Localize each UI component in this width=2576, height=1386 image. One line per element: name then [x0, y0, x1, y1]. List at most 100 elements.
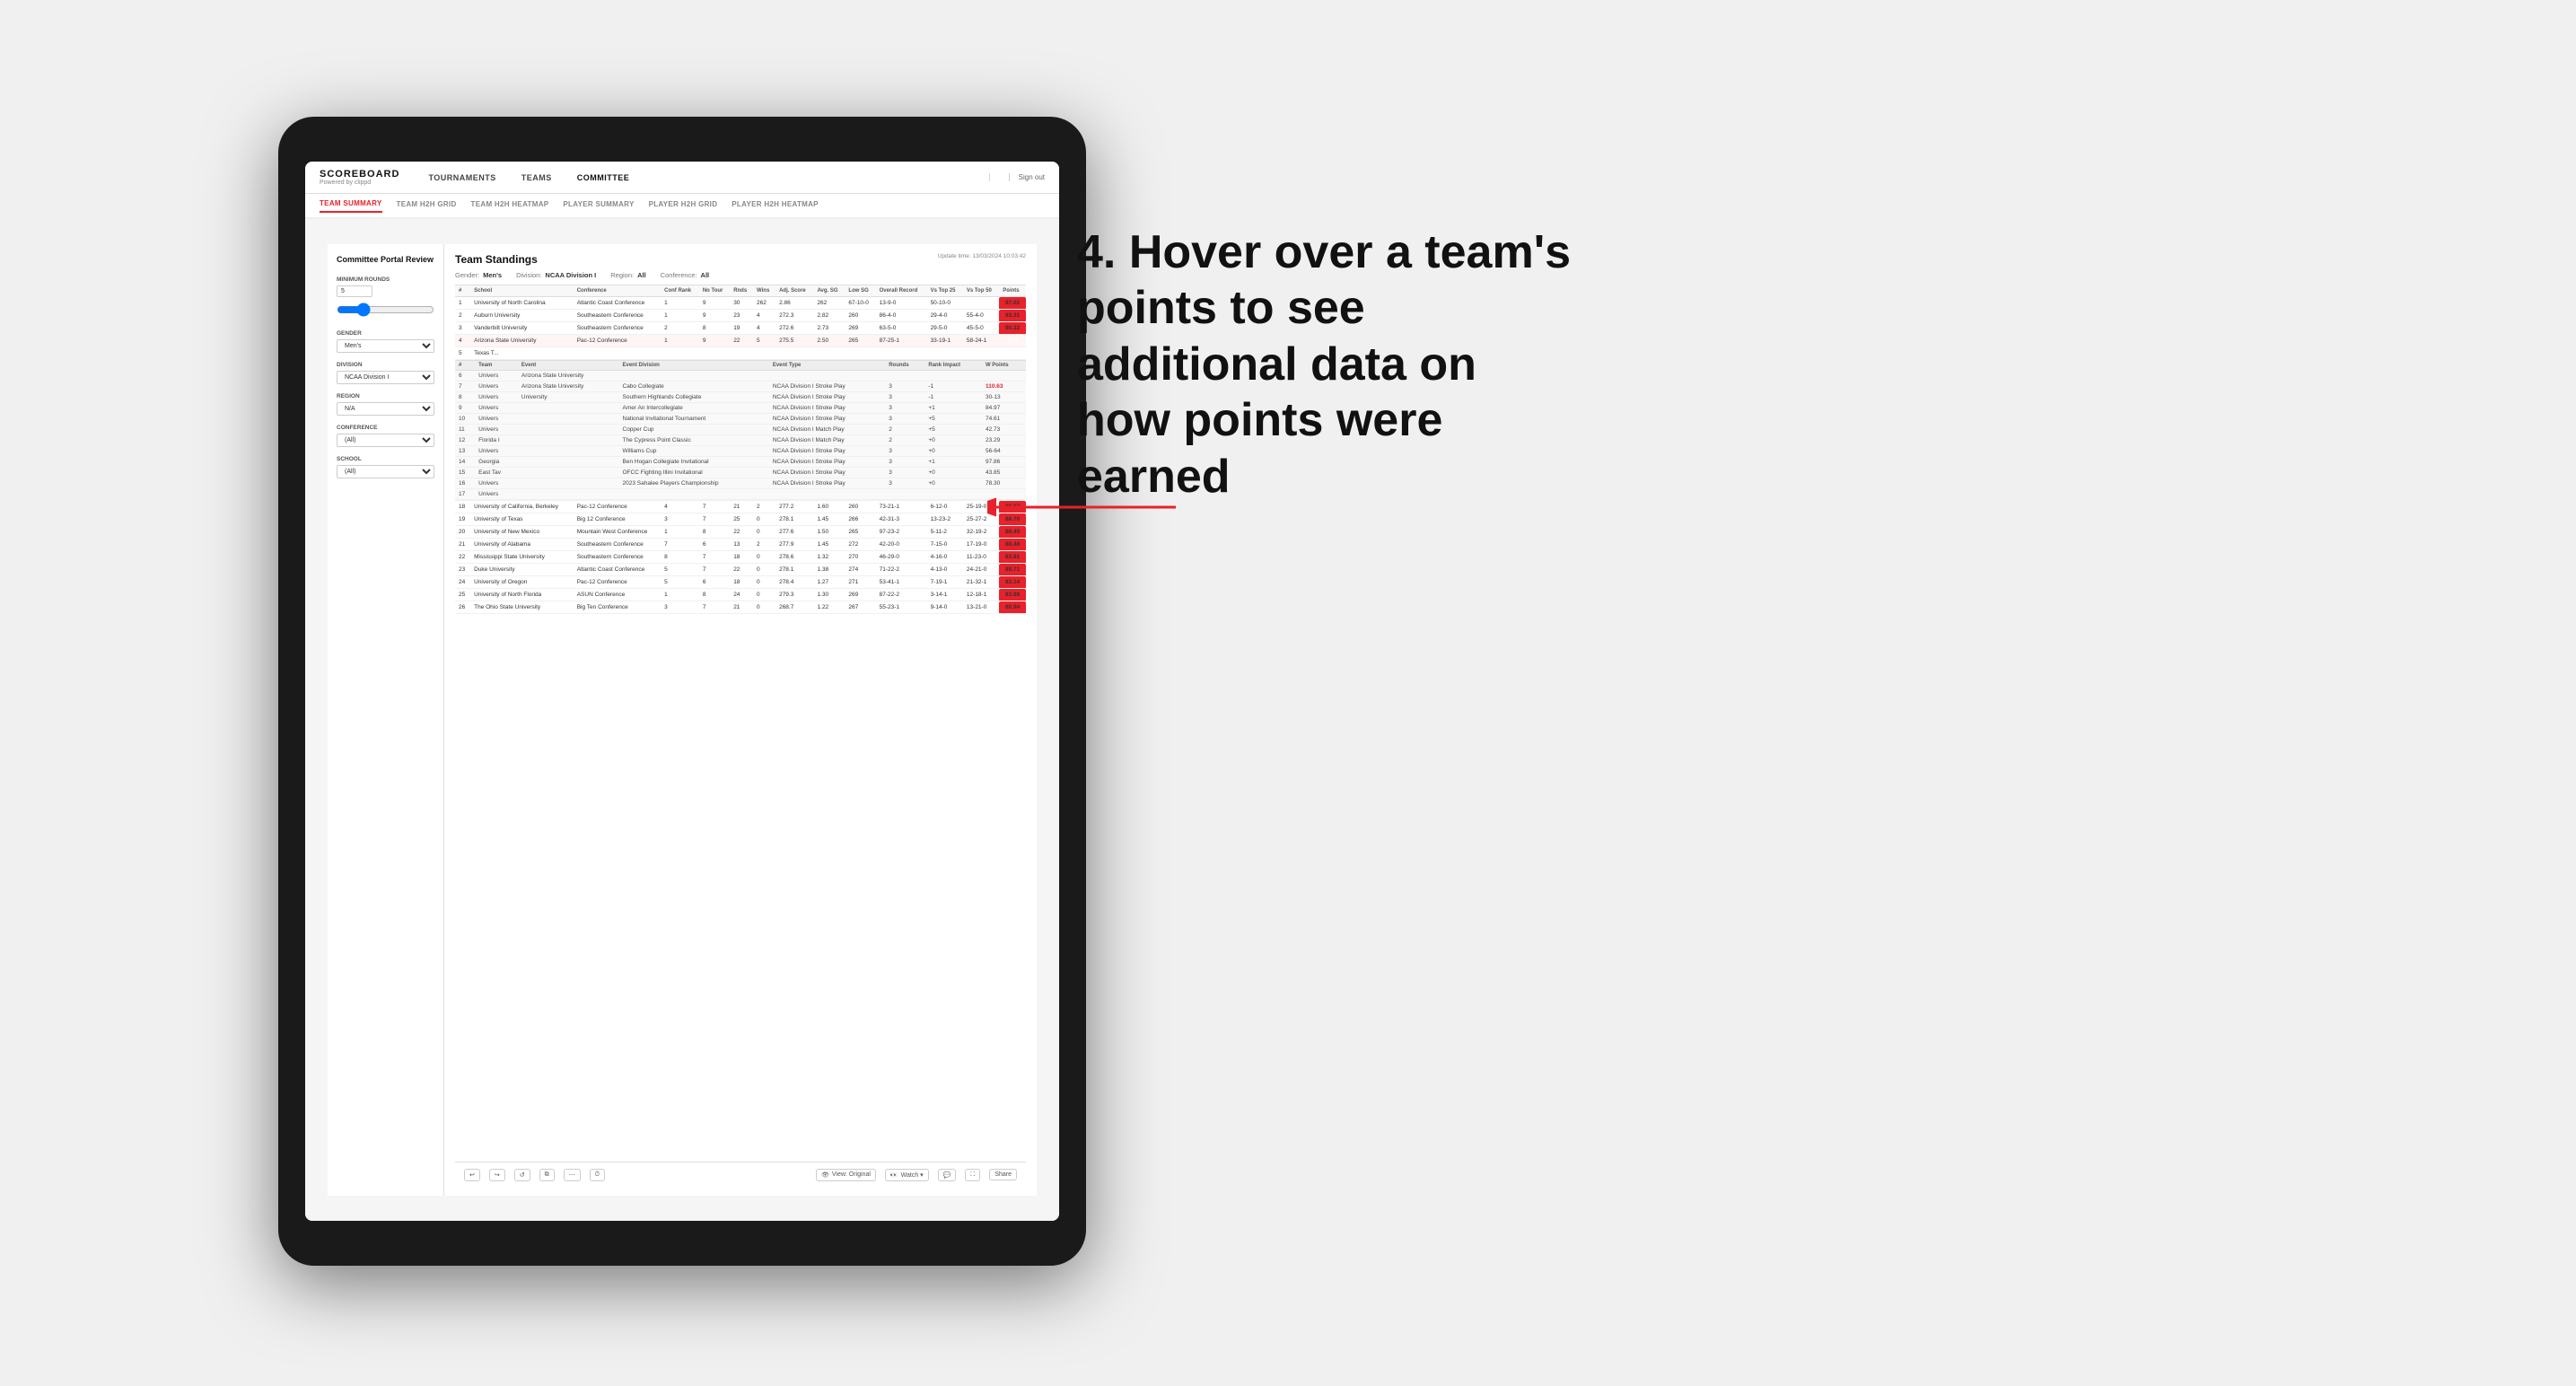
cell-points[interactable]: 97.02	[999, 297, 1026, 310]
table-row[interactable]: 24University of OregonPac-12 Conference5…	[455, 576, 1026, 589]
school-select[interactable]: (All)	[337, 465, 434, 478]
cell-vs50: 55-4-0	[963, 310, 999, 322]
expanded-row-11: 11UniversCopper CupNCAA Division I Match…	[455, 425, 1026, 435]
tab-team-h2h-heatmap[interactable]: TEAM H2H HEATMAP	[471, 200, 549, 212]
cell-conf: Pac-12 Conference	[574, 335, 661, 347]
cell-points[interactable]: 83.89	[999, 589, 1026, 601]
table-row[interactable]: 18University of California, BerkeleyPac-…	[455, 501, 1026, 513]
view-original-button[interactable]: 👁 View: Original	[816, 1169, 876, 1181]
nav-tournaments[interactable]: TOURNAMENTS	[425, 171, 499, 184]
tab-player-summary[interactable]: PLAYER SUMMARY	[563, 200, 634, 212]
table-row[interactable]: 20University of New MexicoMountain West …	[455, 526, 1026, 539]
feedback-button[interactable]: 💬	[938, 1169, 957, 1181]
cell-points[interactable]: 83.14	[999, 576, 1026, 589]
filter-conference-value: All	[701, 271, 710, 279]
cell-points[interactable]: 83.81	[999, 551, 1026, 564]
cell-points[interactable]: 88.48	[999, 539, 1026, 551]
watch-button[interactable]: 👀 Watch ▾	[885, 1169, 929, 1181]
col-low-sg: Low SG	[845, 285, 875, 297]
redo-button[interactable]: ↪	[489, 1169, 505, 1181]
nav-teams[interactable]: TEAMS	[518, 171, 556, 184]
expanded-row-8: 8UniversUniversitySouthern Highlands Col…	[455, 392, 1026, 403]
table-row[interactable]: 2 Auburn University Southeastern Confere…	[455, 310, 1026, 322]
cell-conf-rank: 1	[661, 297, 699, 310]
tab-team-h2h-grid[interactable]: TEAM H2H GRID	[397, 200, 457, 212]
sidebar-division: Division NCAA Division I NCAA Division I…	[337, 362, 434, 384]
region-select[interactable]: N/A East	[337, 402, 434, 416]
cell-wins: 4	[753, 322, 775, 335]
cell-points[interactable]: 80.94	[999, 601, 1026, 614]
settings-button[interactable]: ⋯	[564, 1169, 581, 1181]
undo-icon: ↩	[469, 1171, 475, 1179]
gender-select[interactable]: Men's Women's	[337, 339, 434, 353]
filter-conference: Conference: All	[661, 271, 709, 279]
filter-gender-label: Gender:	[455, 271, 479, 279]
cell-conf	[574, 347, 661, 360]
cell-rnds: 19	[730, 322, 753, 335]
min-rounds-slider[interactable]	[337, 300, 434, 320]
cell-school: Arizona State University	[470, 335, 574, 347]
table-row[interactable]: 5 Texas T...	[455, 347, 1026, 360]
cell-school: University of North Carolina	[470, 297, 574, 310]
table-row[interactable]: 23Duke UniversityAtlantic Coast Conferen…	[455, 564, 1026, 576]
table-row[interactable]: 21University of AlabamaSoutheastern Conf…	[455, 539, 1026, 551]
col-rank: #	[455, 285, 470, 297]
cell-avg: 262	[813, 297, 845, 310]
table-row[interactable]: 22Mississippi State UniversitySoutheaste…	[455, 551, 1026, 564]
view-icon: 👁	[821, 1171, 829, 1179]
tab-player-h2h-grid[interactable]: PLAYER H2H GRID	[649, 200, 718, 212]
cell-points[interactable]: 88.71	[999, 564, 1026, 576]
tab-player-h2h-heatmap[interactable]: PLAYER H2H HEATMAP	[732, 200, 819, 212]
cell-points-highlighted[interactable]: 78.5	[999, 335, 1026, 347]
conference-select[interactable]: (All)	[337, 434, 434, 447]
sidebar-gender-label: Gender	[337, 330, 434, 337]
undo-button[interactable]: ↩	[464, 1169, 480, 1181]
col-wins: Wins	[753, 285, 775, 297]
filter-row: Gender: Men's Division: NCAA Division I …	[455, 271, 1026, 279]
expanded-row-7: 7UniversArizona State UniversityCabo Col…	[455, 382, 1026, 392]
expanded-row-9: 9UniversAmer An IntercollegiateNCAA Divi…	[455, 403, 1026, 414]
min-rounds-input[interactable]	[337, 285, 372, 297]
cell-overall: 87-25-1	[876, 335, 927, 347]
cell-vs25: 29-4-0	[927, 310, 963, 322]
exp-col-w-points: W Points	[982, 361, 1026, 371]
sidebar-region: Region N/A East	[337, 393, 434, 416]
cell-no-tour	[699, 347, 730, 360]
cell-points[interactable]: 93.31	[999, 310, 1026, 322]
cell-points[interactable]	[999, 347, 1026, 360]
cell-vs50	[963, 297, 999, 310]
cell-points[interactable]: 90.32	[999, 322, 1026, 335]
reset-button[interactable]: ↺	[514, 1169, 530, 1181]
nav-committee[interactable]: COMMITTEE	[574, 171, 634, 184]
division-select[interactable]: NCAA Division I NCAA Division II	[337, 371, 434, 384]
sidebar-school: School (All)	[337, 456, 434, 478]
table-row[interactable]: 3 Vanderbilt University Southeastern Con…	[455, 322, 1026, 335]
table-row[interactable]: 19University of TexasBig 12 Conference37…	[455, 513, 1026, 526]
share-button[interactable]: Share	[989, 1169, 1017, 1180]
exp-col-rank-impact: Rank Impact	[924, 361, 982, 371]
right-panel: Team Standings Update time: 13/03/2024 1…	[444, 244, 1037, 1196]
col-conf-rank: Conf Rank	[661, 285, 699, 297]
copy-icon: ⧉	[545, 1171, 549, 1179]
table-wrapper[interactable]: # School Conference Conf Rank No Tour Rn…	[455, 285, 1026, 1162]
sign-out-button[interactable]: Sign out	[1009, 173, 1045, 181]
settings-icon: ⋯	[569, 1171, 575, 1179]
fullscreen-button[interactable]: ⛶	[965, 1169, 980, 1181]
reset-icon: ↺	[520, 1171, 525, 1179]
cell-wins: 262	[753, 297, 775, 310]
table-row[interactable]: 25University of North FloridaASUN Confer…	[455, 589, 1026, 601]
table-row[interactable]: 1 University of North Carolina Atlantic …	[455, 297, 1026, 310]
cell-no-tour: 9	[699, 297, 730, 310]
table-row[interactable]: 26The Ohio State UniversityBig Ten Confe…	[455, 601, 1026, 614]
watch-label: Watch ▾	[901, 1171, 924, 1179]
copy-button[interactable]: ⧉	[539, 1169, 555, 1181]
report-container: Committee Portal Review Minimum Rounds G…	[328, 244, 1037, 1196]
cell-adj: 272.3	[775, 310, 813, 322]
filter-gender: Gender: Men's	[455, 271, 502, 279]
feedback-icon: 💬	[943, 1171, 951, 1179]
logo-text: SCOREBOARD	[320, 169, 399, 180]
tab-team-summary[interactable]: TEAM SUMMARY	[320, 199, 382, 213]
clock-button[interactable]: ⏱	[590, 1169, 605, 1181]
table-row-highlighted[interactable]: 4 Arizona State University Pac-12 Confer…	[455, 335, 1026, 347]
cell-no-tour: 9	[699, 335, 730, 347]
